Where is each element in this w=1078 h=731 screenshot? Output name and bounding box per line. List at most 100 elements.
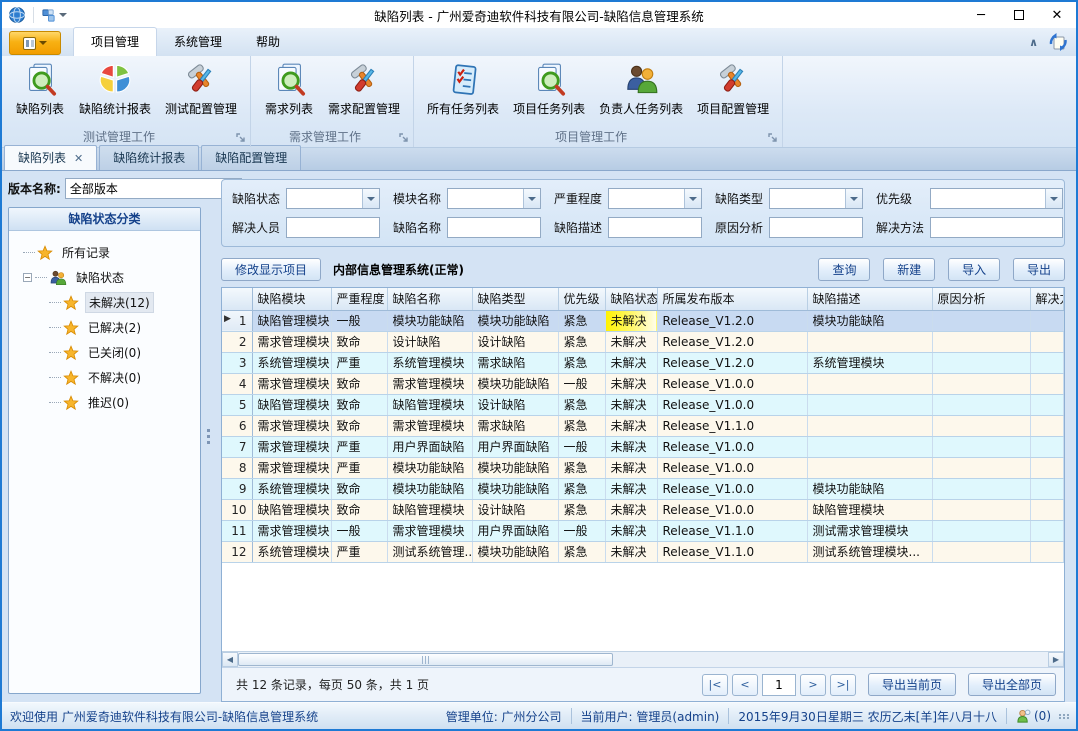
filter-combo-input[interactable] — [770, 189, 845, 208]
toolbar-action-button[interactable]: 导入 — [948, 258, 1000, 281]
filter-combo[interactable] — [286, 188, 380, 209]
ribbon-button[interactable]: 缺陷列表 — [8, 59, 72, 117]
page-number-input[interactable] — [762, 674, 796, 696]
column-header[interactable]: 缺陷状态 — [605, 288, 657, 310]
ribbon-button[interactable]: 缺陷统计报表 — [72, 59, 158, 117]
horizontal-scrollbar[interactable]: ◀ ▶ — [222, 651, 1064, 667]
close-button[interactable]: ✕ — [1038, 3, 1076, 27]
quick-access-toolbar-button[interactable] — [41, 8, 67, 23]
tree-item[interactable]: 已关闭(0) — [49, 340, 196, 365]
tab-close-icon[interactable]: ✕ — [74, 152, 83, 165]
ribbon-button[interactable]: 项目配置管理 — [690, 59, 776, 117]
tree-item[interactable]: 已解决(2) — [49, 315, 196, 340]
version-combo-input[interactable] — [66, 179, 224, 198]
scrollbar-track[interactable] — [613, 652, 1048, 667]
modify-columns-button[interactable]: 修改显示项目 — [221, 258, 321, 281]
column-header[interactable]: 解决方法 — [1030, 288, 1064, 310]
table-row[interactable]: 11 需求管理模块 一般 需求管理模块 用户界面缺陷 一般 未解决 Releas… — [222, 520, 1064, 541]
column-header[interactable]: 优先级 — [558, 288, 605, 310]
skin-switch-icon[interactable] — [1048, 32, 1068, 52]
filter-combo-dropdown-button[interactable] — [845, 189, 862, 208]
ribbon-button[interactable]: 需求列表 — [257, 59, 321, 117]
ribbon-button[interactable]: 项目任务列表 — [506, 59, 592, 117]
filter-combo-dropdown-button[interactable] — [1045, 189, 1062, 208]
ribbon-button[interactable]: 负责人任务列表 — [592, 59, 690, 117]
column-header[interactable]: 原因分析 — [932, 288, 1030, 310]
tree-item[interactable]: 未解决(12) — [49, 290, 196, 315]
ribbon-tab[interactable]: 帮助 — [239, 28, 297, 56]
scrollbar-thumb[interactable] — [238, 653, 613, 666]
table-row[interactable]: 3 系统管理模块 严重 系统管理模块 需求缺陷 紧急 未解决 Release_V… — [222, 352, 1064, 373]
export-all-pages-button[interactable]: 导出全部页 — [968, 673, 1056, 696]
dialog-launcher-icon[interactable] — [398, 132, 410, 144]
column-header[interactable]: 缺陷描述 — [807, 288, 932, 310]
tree-item[interactable]: 所有记录 — [23, 240, 196, 265]
cell-description — [807, 394, 932, 415]
ribbon-tab[interactable]: 系统管理 — [157, 28, 239, 56]
table-row[interactable]: 12 系统管理模块 严重 测试系统管理... 模块功能缺陷 紧急 未解决 Rel… — [222, 541, 1064, 562]
filter-text-input[interactable] — [769, 217, 863, 238]
collapse-ribbon-button[interactable]: ∧ — [1029, 36, 1038, 49]
column-header[interactable]: 所属发布版本 — [657, 288, 807, 310]
dialog-launcher-icon[interactable] — [235, 132, 247, 144]
next-page-button[interactable]: > — [800, 674, 826, 696]
minimize-button[interactable]: ─ — [962, 3, 1000, 27]
column-header[interactable]: 缺陷模块 — [252, 288, 331, 310]
resize-grip[interactable] — [1059, 714, 1070, 719]
table-row[interactable]: 5 缺陷管理模块 致命 缺陷管理模块 设计缺陷 紧急 未解决 Release_V… — [222, 394, 1064, 415]
table-row[interactable]: 4 需求管理模块 致命 需求管理模块 模块功能缺陷 一般 未解决 Release… — [222, 373, 1064, 394]
toolbar-action-button[interactable]: 新建 — [883, 258, 935, 281]
prev-page-button[interactable]: < — [732, 674, 758, 696]
filter-combo-dropdown-button[interactable] — [684, 189, 701, 208]
filter-text-input[interactable] — [286, 217, 380, 238]
row-indicator: ▶1 — [222, 310, 252, 331]
scroll-left-button[interactable]: ◀ — [222, 652, 238, 667]
filter-combo[interactable] — [769, 188, 863, 209]
filter-combo-input[interactable] — [931, 189, 1045, 208]
ribbon-tab[interactable]: 项目管理 — [73, 27, 157, 56]
filter-combo-input[interactable] — [448, 189, 523, 208]
filter-text-input[interactable] — [447, 217, 541, 238]
document-tab[interactable]: 缺陷配置管理 — [201, 145, 301, 170]
column-header[interactable]: 缺陷名称 — [387, 288, 472, 310]
filter-combo[interactable] — [447, 188, 541, 209]
export-current-page-button[interactable]: 导出当前页 — [868, 673, 956, 696]
filter-combo[interactable] — [930, 188, 1063, 209]
filter-combo-input[interactable] — [609, 189, 684, 208]
table-row[interactable]: 2 需求管理模块 致命 设计缺陷 设计缺陷 紧急 未解决 Release_V1.… — [222, 331, 1064, 352]
first-page-button[interactable]: |< — [702, 674, 728, 696]
ribbon-button[interactable]: 需求配置管理 — [321, 59, 407, 117]
maximize-button[interactable] — [1000, 3, 1038, 27]
app-logo-icon — [8, 6, 26, 24]
table-row[interactable]: 10 缺陷管理模块 致命 缺陷管理模块 设计缺陷 紧急 未解决 Release_… — [222, 499, 1064, 520]
application-menu-button[interactable] — [9, 31, 61, 55]
tree-item[interactable]: 推迟(0) — [49, 390, 196, 415]
table-row[interactable]: 9 系统管理模块 致命 模块功能缺陷 模块功能缺陷 紧急 未解决 Release… — [222, 478, 1064, 499]
column-header[interactable]: 严重程度 — [331, 288, 387, 310]
document-tab[interactable]: 缺陷列表✕ — [4, 145, 97, 170]
scroll-right-button[interactable]: ▶ — [1048, 652, 1064, 667]
column-header[interactable]: 缺陷类型 — [472, 288, 558, 310]
toolbar-action-button[interactable]: 查询 — [818, 258, 870, 281]
filter-text-input[interactable] — [608, 217, 702, 238]
ribbon-button[interactable]: 测试配置管理 — [158, 59, 244, 117]
filter-combo[interactable] — [608, 188, 702, 209]
filter-combo-dropdown-button[interactable] — [523, 189, 540, 208]
tree-item[interactable]: − 缺陷状态 — [23, 265, 196, 290]
filter-combo-dropdown-button[interactable] — [362, 189, 379, 208]
filter-combo-input[interactable] — [287, 189, 362, 208]
table-row[interactable]: 6 需求管理模块 致命 需求管理模块 需求缺陷 紧急 未解决 Release_V… — [222, 415, 1064, 436]
table-row[interactable]: 8 需求管理模块 严重 模块功能缺陷 模块功能缺陷 紧急 未解决 Release… — [222, 457, 1064, 478]
document-tab[interactable]: 缺陷统计报表 — [99, 145, 199, 170]
dialog-launcher-icon[interactable] — [767, 132, 779, 144]
tree-collapse-icon[interactable]: − — [23, 273, 32, 282]
table-row[interactable]: 7 需求管理模块 严重 用户界面缺陷 用户界面缺陷 一般 未解决 Release… — [222, 436, 1064, 457]
table-row[interactable]: ▶1 缺陷管理模块 一般 模块功能缺陷 模块功能缺陷 紧急 未解决 Releas… — [222, 310, 1064, 331]
toolbar-action-button[interactable]: 导出 — [1013, 258, 1065, 281]
user-status-icon[interactable] — [1016, 709, 1031, 724]
filter-text-input[interactable] — [930, 217, 1063, 238]
sidebar-splitter[interactable] — [203, 171, 213, 702]
last-page-button[interactable]: >| — [830, 674, 856, 696]
ribbon-button[interactable]: 所有任务列表 — [420, 59, 506, 117]
tree-item[interactable]: 不解决(0) — [49, 365, 196, 390]
